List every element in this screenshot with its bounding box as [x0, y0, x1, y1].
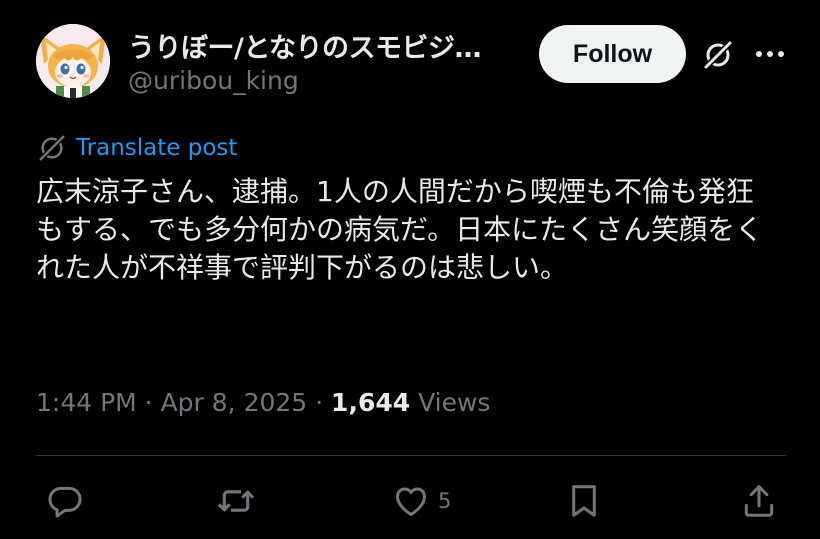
divider [36, 455, 786, 456]
repost-button[interactable] [216, 481, 256, 521]
views-label: Views [410, 388, 491, 417]
meta-separator: · [136, 388, 161, 417]
reply-button[interactable] [46, 481, 84, 521]
post-text: 広末涼子さん、逮捕。1人の人間だから喫煙も不倫も発狂もする、でも多分何かの病気だ… [36, 175, 764, 284]
repost-icon [217, 490, 255, 512]
grok-icon [704, 41, 732, 69]
reply-icon [48, 486, 82, 518]
tweet-card: うりぼー/となりのスモビジ… @uribou_king Follow Trans… [0, 0, 820, 539]
author-handle[interactable]: @uribou_king [128, 66, 299, 95]
author-name[interactable]: うりぼー/となりのスモビジ… [128, 26, 508, 65]
avatar[interactable] [36, 24, 110, 98]
follow-button[interactable]: Follow [539, 25, 686, 83]
more-options-button[interactable] [752, 37, 788, 71]
like-count: 5 [438, 489, 452, 513]
bookmark-icon [572, 485, 596, 517]
translate-post-label: Translate post [76, 135, 238, 161]
heart-icon [396, 487, 426, 516]
views-count[interactable]: 1,644 [331, 388, 410, 417]
share-button[interactable] [740, 481, 778, 521]
avatar-image [36, 24, 110, 98]
grok-button[interactable] [700, 37, 736, 73]
more-horizontal-icon [756, 51, 784, 57]
share-icon [744, 485, 774, 517]
translate-post-link[interactable]: Translate post [37, 133, 237, 163]
bookmark-button[interactable] [565, 481, 603, 521]
post-time[interactable]: 1:44 PM [36, 388, 137, 417]
meta-separator: · [307, 388, 332, 417]
like-button[interactable]: 5 [392, 481, 451, 521]
post-date[interactable]: Apr 8, 2025 [161, 388, 308, 417]
post-metadata: 1:44 PM · Apr 8, 2025 · 1,644 Views [36, 388, 490, 417]
grok-translate-icon [37, 133, 67, 163]
